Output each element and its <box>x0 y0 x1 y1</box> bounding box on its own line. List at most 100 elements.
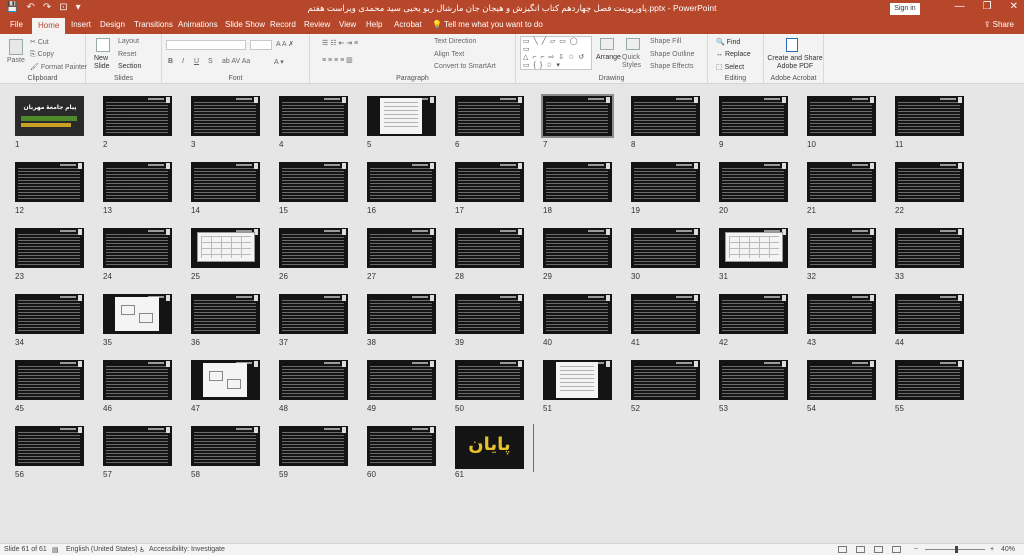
tab-slide-show[interactable]: Slide Show <box>225 20 265 29</box>
new-slide-icon[interactable] <box>96 38 110 52</box>
slide-thumbnail[interactable] <box>719 162 788 202</box>
slide-thumbnail[interactable] <box>631 228 700 268</box>
slide-thumbnail[interactable] <box>719 228 788 268</box>
slide-thumbnail[interactable] <box>631 96 700 136</box>
shapes-gallery[interactable]: ▭ ╲ ╱ ▱ ▭ ◯ ▭ △ ⌐ ⌐ ⇨ ⇩ ☆ ↺ ▭ { } ☆ ▾ <box>520 36 592 70</box>
slide-thumbnail[interactable] <box>279 360 348 400</box>
zoom-in-button[interactable]: + <box>990 546 994 553</box>
replace-button[interactable]: ↔ Replace <box>716 51 751 58</box>
slide-thumbnail[interactable] <box>15 360 84 400</box>
slide-thumbnail[interactable] <box>191 228 260 268</box>
align-icons[interactable]: ≡ ≡ ≡ ≡ ▥ <box>322 56 353 64</box>
quick-styles-icon[interactable] <box>626 38 640 50</box>
text-direction-button[interactable]: Text Direction <box>434 38 476 45</box>
font-size-controls-icon[interactable]: A A ✗ <box>276 40 294 48</box>
slide-thumbnail[interactable] <box>807 96 876 136</box>
paste-icon[interactable] <box>9 39 23 55</box>
slide-thumbnail[interactable] <box>279 294 348 334</box>
slide-thumbnail[interactable] <box>455 96 524 136</box>
find-button[interactable]: 🔍 Find <box>716 38 740 46</box>
slide-thumbnail[interactable] <box>807 228 876 268</box>
section-button[interactable]: Section <box>118 63 141 70</box>
reading-view-icon[interactable] <box>874 546 883 553</box>
slide-thumbnail[interactable] <box>367 294 436 334</box>
tab-view[interactable]: View <box>339 20 356 29</box>
slide-thumbnail[interactable] <box>15 294 84 334</box>
slide-thumbnail[interactable] <box>455 360 524 400</box>
tab-transitions[interactable]: Transitions <box>134 20 173 29</box>
tab-review[interactable]: Review <box>304 20 330 29</box>
slide-thumbnail[interactable] <box>367 162 436 202</box>
shape-outline-button[interactable]: Shape Outline <box>650 51 694 58</box>
slideshow-view-icon[interactable] <box>892 546 901 553</box>
slide-thumbnail[interactable] <box>103 162 172 202</box>
slide-thumbnail[interactable] <box>895 360 964 400</box>
tab-file[interactable]: File <box>10 20 23 29</box>
slide-thumbnail[interactable] <box>543 228 612 268</box>
slide-thumbnail[interactable] <box>367 360 436 400</box>
slide-thumbnail[interactable] <box>279 162 348 202</box>
slide-thumbnail[interactable] <box>895 96 964 136</box>
slide-thumbnail[interactable] <box>103 360 172 400</box>
slide-thumbnail[interactable] <box>191 294 260 334</box>
slide-thumbnail[interactable] <box>103 294 172 334</box>
layout-button[interactable]: Layout <box>118 38 139 45</box>
slide-thumbnail[interactable] <box>103 96 172 136</box>
tab-animations[interactable]: Animations <box>178 20 218 29</box>
align-text-button[interactable]: Align Text <box>434 51 464 58</box>
tab-record[interactable]: Record <box>270 20 296 29</box>
bold-button[interactable]: B <box>168 58 173 65</box>
slide-thumbnail[interactable] <box>719 96 788 136</box>
slide-thumbnail[interactable]: پیام جامعۀ مهربان <box>15 96 84 136</box>
char-spacing-icon[interactable]: ab AV Aa <box>222 58 250 65</box>
underline-button[interactable]: U <box>194 58 199 65</box>
slide-thumbnail[interactable] <box>15 228 84 268</box>
convert-smartart-button[interactable]: Convert to SmartArt <box>434 63 496 70</box>
tab-design[interactable]: Design <box>100 20 125 29</box>
slide-thumbnail[interactable] <box>807 294 876 334</box>
select-button[interactable]: ⬚ Select <box>716 63 744 71</box>
slide-thumbnail[interactable] <box>455 228 524 268</box>
slide-thumbnail[interactable] <box>103 228 172 268</box>
tab-help[interactable]: Help <box>366 20 382 29</box>
zoom-level[interactable]: 40% <box>1001 546 1015 553</box>
language-indicator[interactable]: English (United States) <box>66 546 138 553</box>
slide-thumbnail[interactable] <box>279 96 348 136</box>
arrange-icon[interactable] <box>600 38 614 50</box>
zoom-slider-thumb[interactable] <box>955 546 958 553</box>
slide-thumbnail[interactable] <box>455 294 524 334</box>
slide-sorter-view-icon[interactable] <box>856 546 865 553</box>
cut-button[interactable]: ✂ Cut <box>30 38 49 46</box>
notes-icon[interactable]: ▤ <box>52 546 59 554</box>
quick-styles-button[interactable]: Quick Styles <box>622 54 644 70</box>
slide-thumbnail[interactable] <box>895 162 964 202</box>
zoom-out-button[interactable]: − <box>914 546 918 553</box>
close-button[interactable]: ✕ <box>1010 1 1018 12</box>
slide-thumbnail[interactable] <box>895 294 964 334</box>
italic-button[interactable]: I <box>182 58 184 65</box>
slide-thumbnail[interactable] <box>719 360 788 400</box>
slide-thumbnail[interactable] <box>631 162 700 202</box>
restore-button[interactable]: ❐ <box>983 1 992 12</box>
shape-effects-button[interactable]: Shape Effects <box>650 63 693 70</box>
font-name-select[interactable] <box>166 40 246 50</box>
slide-thumbnail[interactable] <box>367 96 436 136</box>
slide-thumbnail[interactable] <box>719 294 788 334</box>
slide-thumbnail[interactable] <box>543 294 612 334</box>
slide-thumbnail[interactable] <box>279 426 348 466</box>
format-painter-button[interactable]: 🖌 Format Painter <box>30 63 87 71</box>
slide-thumbnail[interactable] <box>455 162 524 202</box>
share-button[interactable]: ⇪ Share <box>984 20 1014 29</box>
slide-thumbnail[interactable] <box>895 228 964 268</box>
font-color-icon[interactable]: A ▾ <box>274 58 284 66</box>
slide-thumbnail[interactable] <box>541 94 614 138</box>
shape-fill-button[interactable]: Shape Fill <box>650 38 681 45</box>
slide-thumbnail[interactable] <box>191 162 260 202</box>
slide-thumbnail[interactable] <box>191 96 260 136</box>
paste-button[interactable]: Paste <box>7 57 25 64</box>
tab-acrobat[interactable]: Acrobat <box>394 20 422 29</box>
normal-view-icon[interactable] <box>838 546 847 553</box>
strikethrough-button[interactable]: S <box>208 58 213 65</box>
tab-insert[interactable]: Insert <box>71 20 91 29</box>
arrange-button[interactable]: Arrange <box>596 54 621 61</box>
